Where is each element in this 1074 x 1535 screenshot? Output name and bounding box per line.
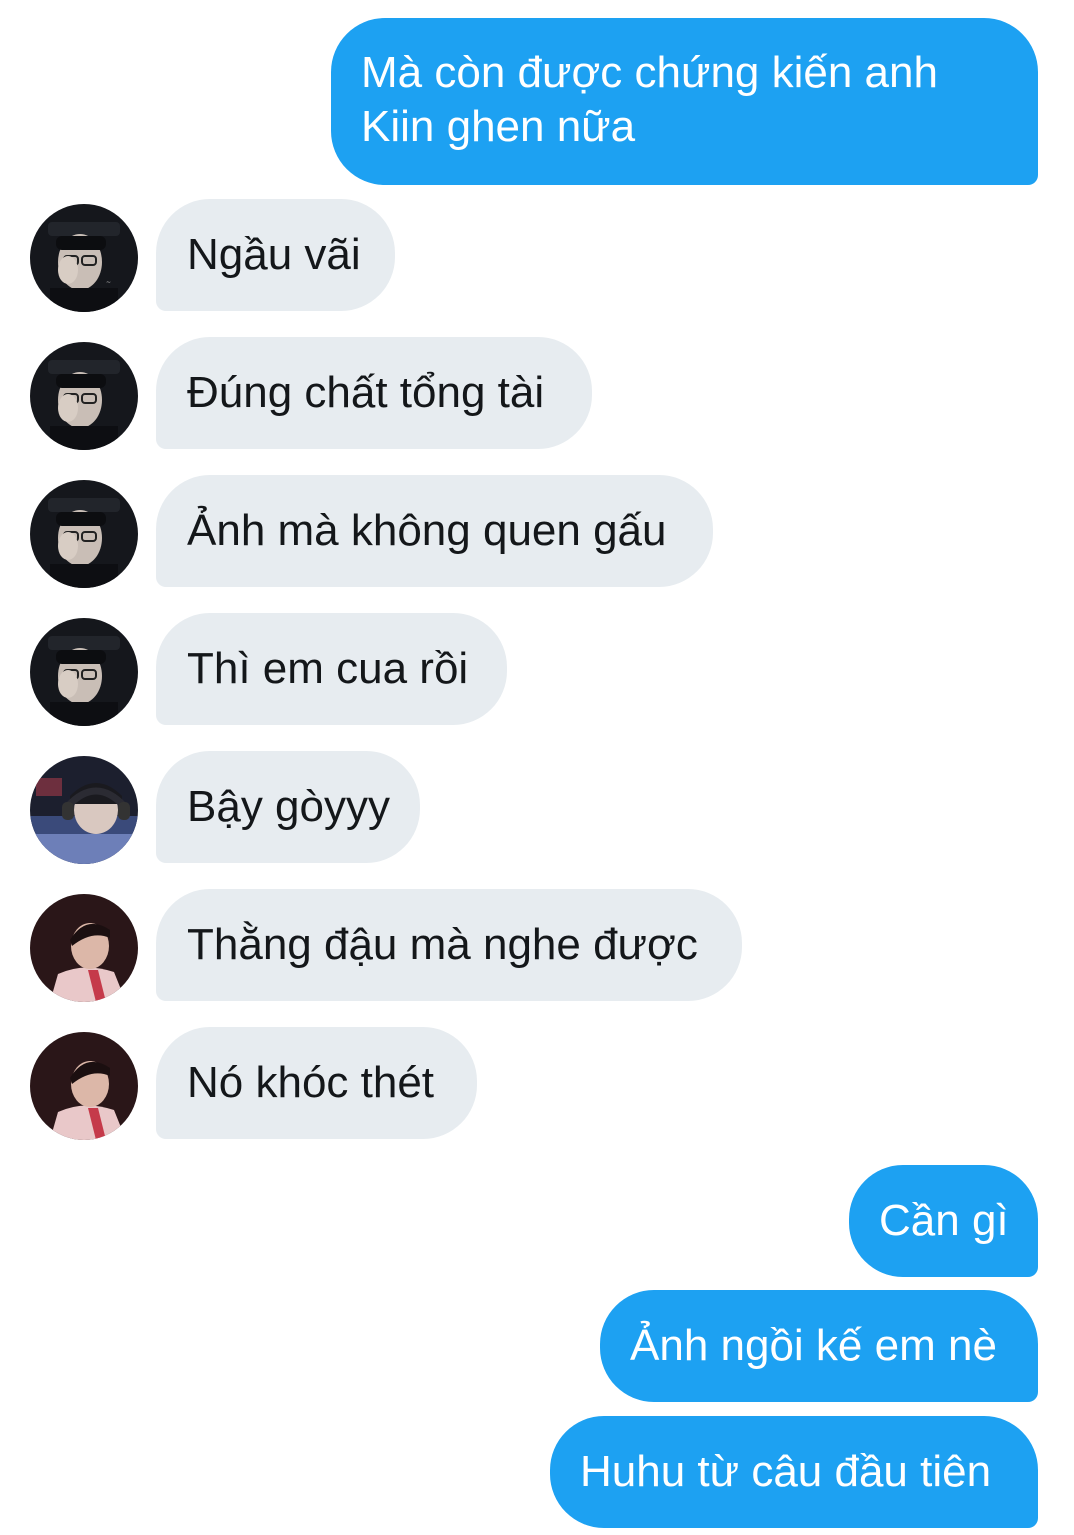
svg-text:~: ~ — [106, 279, 111, 286]
message-text-line: Kiin ghen nữa — [361, 102, 636, 151]
chat-thread: Mà còn được chứng kiến anh Kiin ghen nữa… — [0, 0, 1074, 1535]
avatar-pink-jacket[interactable] — [30, 894, 138, 1002]
avatar-dark-hat[interactable] — [30, 342, 138, 450]
incoming-message-bubble[interactable]: Nó khóc thét — [156, 1027, 477, 1139]
message-text: Bậy gòyyy — [187, 782, 390, 831]
message-text: Cần gì — [879, 1196, 1009, 1245]
message-text: Đúng chất tổng tài — [187, 368, 545, 417]
avatar-dark-hat[interactable] — [30, 618, 138, 726]
outgoing-message-bubble[interactable]: Cần gì — [849, 1165, 1038, 1277]
incoming-message-bubble[interactable]: Ngầu vãi — [156, 199, 395, 311]
outgoing-message-bubble[interactable]: Mà còn được chứng kiến anh Kiin ghen nữa — [331, 18, 1038, 185]
avatar-dark-hat[interactable] — [30, 480, 138, 588]
message-text-line: Mà còn được chứng kiến anh — [361, 48, 938, 97]
outgoing-message-bubble[interactable]: Huhu từ câu đầu tiên — [550, 1416, 1038, 1528]
incoming-message-bubble[interactable]: Bậy gòyyy — [156, 751, 420, 863]
incoming-message-bubble[interactable]: Thằng đậu mà nghe được — [156, 889, 742, 1001]
incoming-message-bubble[interactable]: Thì em cua rồi — [156, 613, 507, 725]
incoming-message-bubble[interactable]: Đúng chất tổng tài — [156, 337, 592, 449]
message-text: Thằng đậu mà nghe được — [187, 920, 698, 969]
outgoing-message-bubble[interactable]: Ảnh ngồi kế em nè — [600, 1290, 1038, 1402]
message-text: Thì em cua rồi — [187, 644, 469, 693]
avatar-headset[interactable] — [30, 756, 138, 864]
message-text: Ảnh ngồi kế em nè — [630, 1321, 997, 1370]
incoming-message-bubble[interactable]: Ảnh mà không quen gấu — [156, 475, 713, 587]
message-text: Ngầu vãi — [187, 230, 361, 279]
avatar-dark-hat[interactable]: ~ — [30, 204, 138, 312]
message-text: Ảnh mà không quen gấu — [187, 506, 667, 555]
message-text: Nó khóc thét — [187, 1058, 435, 1107]
avatar-pink-jacket[interactable] — [30, 1032, 138, 1140]
message-text: Huhu từ câu đầu tiên — [580, 1447, 992, 1496]
